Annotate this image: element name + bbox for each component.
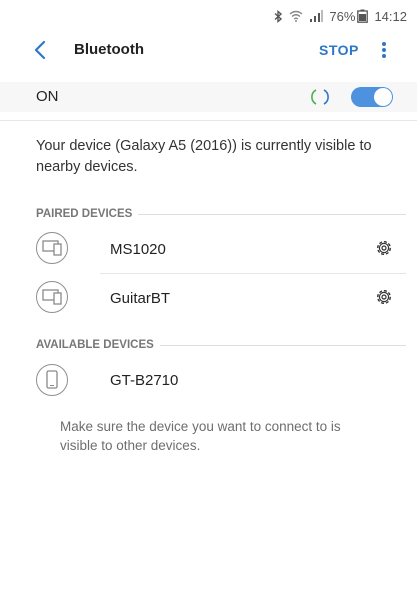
battery-icon [357, 9, 369, 23]
clock: 14:12 [374, 8, 407, 24]
page-title: Bluetooth [74, 41, 144, 58]
gear-icon[interactable] [374, 238, 394, 258]
paired-devices-header: PAIRED DEVICES [36, 206, 406, 222]
paired-devices-label: PAIRED DEVICES [36, 208, 133, 220]
back-icon[interactable] [30, 38, 52, 62]
visibility-text: Your device (Galaxy A5 (2016)) is curren… [36, 138, 372, 175]
more-vertical-icon[interactable] [378, 38, 390, 62]
bluetooth-toggle-switch[interactable] [351, 87, 393, 107]
toggle-knob [374, 88, 392, 106]
row-divider [100, 273, 406, 274]
available-devices-header: AVAILABLE DEVICES [36, 337, 406, 353]
stop-button[interactable]: STOP [319, 42, 359, 58]
bluetooth-icon [273, 9, 283, 23]
device-icon [36, 232, 68, 264]
device-icon [36, 281, 68, 313]
signal-icon [309, 10, 324, 22]
wifi-icon [289, 10, 303, 22]
app-bar: Bluetooth STOP [0, 32, 417, 68]
bluetooth-state-label: ON [36, 88, 59, 105]
bluetooth-toggle-row[interactable]: ON [0, 82, 417, 112]
gear-icon[interactable] [374, 287, 394, 307]
available-devices-label: AVAILABLE DEVICES [36, 339, 154, 351]
visibility-hint: Make sure the device you want to connect… [60, 419, 341, 453]
paired-device-name[interactable]: MS1020 [110, 241, 166, 258]
available-device-name[interactable]: GT-B2710 [110, 372, 178, 389]
divider [0, 120, 417, 121]
phone-icon [36, 364, 68, 396]
section-rule [159, 344, 406, 346]
paired-device-name[interactable]: GuitarBT [110, 290, 170, 307]
battery-percent: 76% [329, 8, 356, 24]
loading-spinner-icon [309, 87, 331, 107]
section-rule [138, 213, 406, 215]
status-bar: 76% 14:12 [0, 0, 417, 32]
